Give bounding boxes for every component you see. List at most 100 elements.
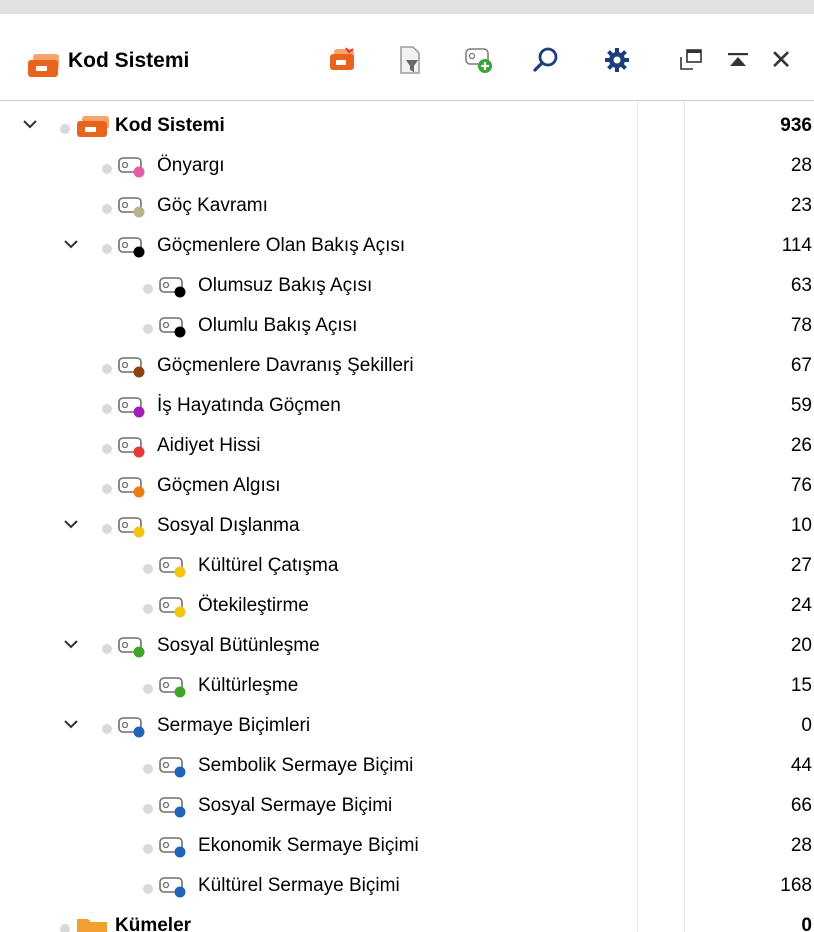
- status-dot: [102, 364, 112, 374]
- search-button[interactable]: [528, 42, 564, 78]
- coded-segments-count: 66: [790, 795, 812, 816]
- coded-segments-count: 24: [790, 595, 812, 616]
- coded-segments-count: 67: [790, 355, 812, 376]
- status-dot: [102, 404, 112, 414]
- code-row[interactable]: Sosyal Dışlanma 10: [0, 505, 814, 545]
- coded-segments-count: 168: [780, 875, 812, 896]
- code-row[interactable]: Göç Kavramı 23: [0, 185, 814, 225]
- coded-segments-count: 44: [790, 755, 812, 776]
- code-icon: [117, 155, 155, 184]
- code-label: Aidiyet Hissi: [157, 435, 261, 456]
- code-icon: [117, 515, 155, 544]
- code-label: Sermaye Biçimleri: [157, 715, 311, 736]
- code-label: Göç Kavramı: [157, 195, 268, 216]
- status-dot: [143, 604, 153, 614]
- status-dot: [102, 164, 112, 174]
- code-row[interactable]: Göçmenlere Olan Bakış Açısı 114: [0, 225, 814, 265]
- code-row[interactable]: Kültürel Sermaye Biçimi 168: [0, 865, 814, 905]
- chevron-down-icon[interactable]: [62, 715, 80, 733]
- status-dot: [143, 684, 153, 694]
- code-row[interactable]: Ötekileştirme 24: [0, 585, 814, 625]
- code-label: Kültürel Sermaye Biçimi: [198, 875, 400, 896]
- coded-segments-count: 0: [801, 715, 812, 736]
- code-row[interactable]: Sosyal Bütünleşme 20: [0, 625, 814, 665]
- new-code-system-button[interactable]: [325, 42, 361, 78]
- code-row[interactable]: Olumsuz Bakış Açısı 63: [0, 265, 814, 305]
- status-dot: [143, 884, 153, 894]
- code-icon: [117, 435, 155, 464]
- code-icon: [158, 555, 196, 584]
- coded-segments-count: 0: [801, 915, 812, 932]
- coded-segments-count: 23: [790, 195, 812, 216]
- chevron-down-icon[interactable]: [21, 115, 39, 133]
- folder-icon: [75, 915, 111, 932]
- code-icon: [158, 795, 196, 824]
- code-row[interactable]: İş Hayatında Göçmen 59: [0, 385, 814, 425]
- status-dot: [60, 124, 70, 134]
- close-button[interactable]: ✕: [763, 42, 799, 78]
- sets-row[interactable]: Kümeler 0: [0, 905, 814, 932]
- undock-button[interactable]: [673, 42, 709, 78]
- code-icon: [117, 635, 155, 664]
- chevron-down-icon[interactable]: [62, 515, 80, 533]
- chevron-down-icon[interactable]: [62, 235, 80, 253]
- code-row[interactable]: Sembolik Sermaye Biçimi 44: [0, 745, 814, 785]
- code-icon: [158, 275, 196, 304]
- code-row[interactable]: Önyargı 28: [0, 145, 814, 185]
- code-icon: [117, 715, 155, 744]
- coded-segments-count: 10: [790, 515, 812, 536]
- status-dot: [143, 804, 153, 814]
- status-dot: [143, 564, 153, 574]
- code-icon: [117, 395, 155, 424]
- code-icon: [117, 475, 155, 504]
- code-icon: [158, 835, 196, 864]
- panel-title: Kod Sistemi: [68, 49, 190, 72]
- code-icon: [158, 875, 196, 904]
- coded-segments-count: 59: [790, 395, 812, 416]
- code-label: Olumlu Bakış Açısı: [198, 315, 358, 336]
- collapse-button[interactable]: [720, 42, 756, 78]
- filter-button[interactable]: [392, 42, 428, 78]
- new-code-system-icon: [328, 46, 358, 74]
- code-label: Göçmen Algısı: [157, 475, 281, 496]
- code-icon: [117, 235, 155, 264]
- coded-segments-count: 936: [780, 115, 812, 136]
- code-row[interactable]: Sosyal Sermaye Biçimi 66: [0, 785, 814, 825]
- code-row[interactable]: Olumlu Bakış Açısı 78: [0, 305, 814, 345]
- code-label: Ötekileştirme: [198, 595, 309, 616]
- code-system-icon: [75, 115, 111, 144]
- coded-segments-count: 26: [790, 435, 812, 456]
- code-row[interactable]: Aidiyet Hissi 26: [0, 425, 814, 465]
- coded-segments-count: 28: [790, 155, 812, 176]
- code-label: Kümeler: [115, 915, 192, 932]
- status-dot: [102, 204, 112, 214]
- status-dot: [102, 724, 112, 734]
- code-label: Kod Sistemi: [115, 115, 225, 136]
- code-row[interactable]: Kültürleşme 15: [0, 665, 814, 705]
- coded-segments-count: 114: [781, 235, 812, 256]
- chevron-down-icon[interactable]: [62, 635, 80, 653]
- collapse-icon: [726, 49, 750, 71]
- code-icon: [117, 195, 155, 224]
- code-system-icon: [27, 53, 61, 84]
- code-label: Sosyal Bütünleşme: [157, 635, 320, 656]
- code-label: Ekonomik Sermaye Biçimi: [198, 835, 419, 856]
- status-dot: [102, 644, 112, 654]
- status-dot: [143, 284, 153, 294]
- code-label: Önyargı: [157, 155, 225, 176]
- code-row[interactable]: Göçmenlere Davranış Şekilleri 67: [0, 345, 814, 385]
- code-icon: [158, 675, 196, 704]
- coded-segments-count: 28: [790, 835, 812, 856]
- code-row[interactable]: Ekonomik Sermaye Biçimi 28: [0, 825, 814, 865]
- add-code-button[interactable]: [462, 42, 498, 78]
- code-row[interactable]: Kültürel Çatışma 27: [0, 545, 814, 585]
- status-dot: [102, 484, 112, 494]
- code-label: İş Hayatında Göçmen: [157, 395, 341, 416]
- code-system-row[interactable]: Kod Sistemi 936: [0, 105, 814, 145]
- code-row[interactable]: Sermaye Biçimleri 0: [0, 705, 814, 745]
- settings-button[interactable]: [599, 42, 635, 78]
- coded-segments-count: 76: [790, 475, 812, 496]
- code-row[interactable]: Göçmen Algısı 76: [0, 465, 814, 505]
- code-icon: [158, 595, 196, 624]
- code-label: Olumsuz Bakış Açısı: [198, 275, 373, 296]
